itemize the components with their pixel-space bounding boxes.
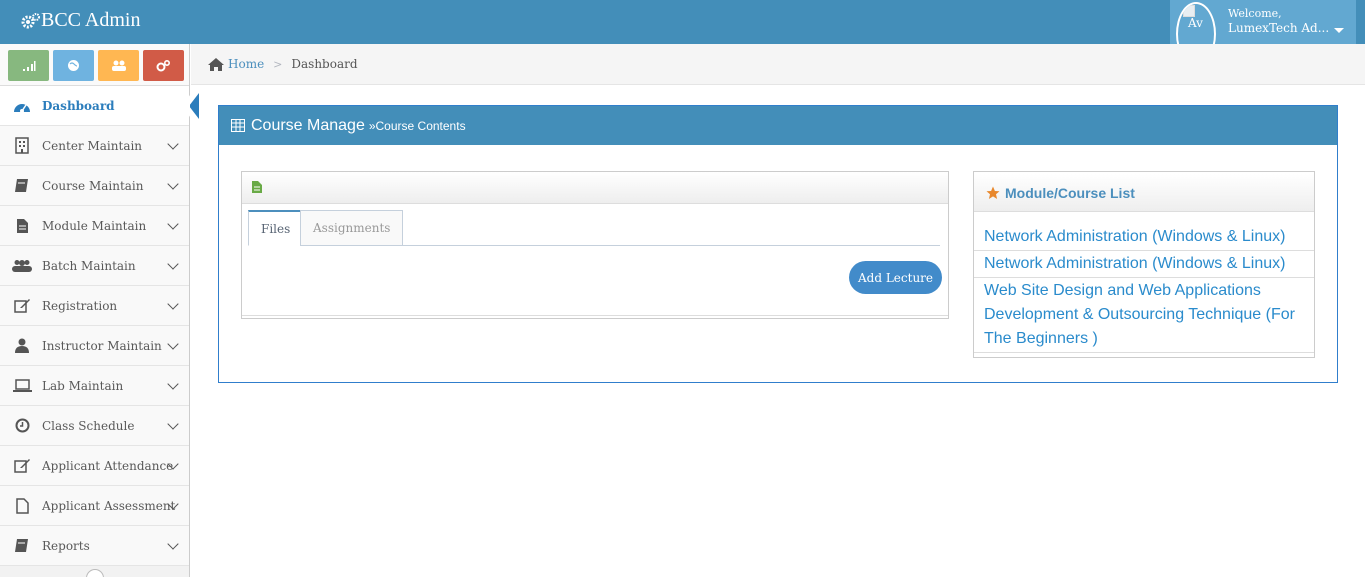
files-tabs: Files Assignments <box>248 210 940 246</box>
sidebar-item-label: Instructor Maintain <box>42 338 162 353</box>
module-list-header: Module/Course List <box>974 174 1314 212</box>
sidebar-item-reports[interactable]: Reports <box>0 526 189 566</box>
sidebar-item-applicant-assessment[interactable]: Applicant Assessment <box>0 486 189 526</box>
user-menu[interactable]: Av Welcome, LumexTech Ad... <box>1170 0 1356 66</box>
breadcrumb-home-label: Home <box>228 57 265 71</box>
sidebar-item-label: Lab Maintain <box>42 378 124 393</box>
widget-header: Course Manage »Course Contents <box>219 106 1337 145</box>
stats-shortcut-button[interactable] <box>8 50 49 81</box>
sidebar-item-label: Reports <box>42 538 90 553</box>
sidebar: Dashboard Center Maintain Course Maintai… <box>0 44 199 577</box>
chevron-down-icon <box>167 538 179 550</box>
sidebar-item-instructor-maintain[interactable]: Instructor Maintain <box>0 326 189 366</box>
file-icon <box>12 497 32 515</box>
sidebar-item-label: Class Schedule <box>42 418 135 433</box>
laptop-icon <box>12 377 32 395</box>
dashboard-icon <box>12 97 32 115</box>
sidebar-item-applicant-attendance[interactable]: Applicant Attendance <box>0 446 189 486</box>
sidebar-item-center-maintain[interactable]: Center Maintain <box>0 126 189 166</box>
breadcrumb-separator: > <box>273 57 283 71</box>
brand[interactable]: BCC Admin <box>20 9 140 32</box>
building-icon <box>12 137 32 155</box>
sidebar-shortcuts <box>0 44 189 86</box>
signal-icon <box>22 60 35 71</box>
sidebar-item-label: Center Maintain <box>42 138 143 153</box>
sidebar-item-module-maintain[interactable]: Module Maintain <box>0 206 189 246</box>
globe-icon <box>68 60 79 71</box>
list-item[interactable]: Web Site Design and Web Applications Dev… <box>974 278 1314 353</box>
sidebar-item-label: Applicant Assessment <box>42 498 176 513</box>
avatar-alt-text: Av <box>1188 16 1203 30</box>
globe-shortcut-button[interactable] <box>53 50 94 81</box>
breadcrumb-current: Dashboard <box>291 57 358 71</box>
sidebar-item-label: Registration <box>42 298 118 313</box>
files-panel-header <box>242 172 948 204</box>
file-icon <box>252 181 262 193</box>
chevron-down-icon <box>167 138 179 150</box>
chevron-down-icon <box>167 258 179 270</box>
table-icon <box>231 119 245 132</box>
module-list-title: Module/Course List <box>1005 184 1135 201</box>
widget-title: Course Manage <box>251 116 365 134</box>
cogs-icon <box>21 12 40 28</box>
sidebar-item-lab-maintain[interactable]: Lab Maintain <box>0 366 189 406</box>
sidebar-item-course-maintain[interactable]: Course Maintain <box>0 166 189 206</box>
sidebar-item-label: Course Maintain <box>42 178 144 193</box>
add-lecture-button[interactable]: Add Lecture <box>849 261 942 294</box>
broken-image-icon <box>1183 5 1195 17</box>
chevron-down-icon <box>167 178 179 190</box>
book-icon <box>12 177 32 195</box>
caret-down-icon <box>1334 28 1344 33</box>
sidebar-item-label: Dashboard <box>42 98 115 113</box>
group-icon <box>12 257 32 275</box>
edit-icon <box>12 297 32 315</box>
cogs-icon <box>156 59 171 72</box>
sidebar-item-label: Batch Maintain <box>42 258 136 273</box>
chevron-down-icon <box>167 298 179 310</box>
welcome-label: Welcome, <box>1228 7 1282 20</box>
breadcrumb: Home > Dashboard <box>191 44 1365 85</box>
tab-label: Files <box>261 222 291 236</box>
users-icon <box>111 60 126 71</box>
sidebar-item-batch-maintain[interactable]: Batch Maintain <box>0 246 189 286</box>
chevron-down-icon <box>167 418 179 430</box>
list-item[interactable]: Network Administration (Windows & Linux) <box>974 251 1314 278</box>
file-text-icon <box>12 217 32 235</box>
user-name: LumexTech Ad... <box>1228 21 1330 35</box>
user-icon <box>12 337 32 355</box>
sidebar-item-dashboard[interactable]: Dashboard <box>0 86 199 126</box>
tab-files[interactable]: Files <box>248 210 304 246</box>
tab-assignments[interactable]: Assignments <box>300 210 404 246</box>
breadcrumb-home-link[interactable]: Home <box>207 57 264 71</box>
tab-label: Assignments <box>313 221 391 235</box>
chevron-down-icon <box>167 338 179 350</box>
list-item[interactable]: Network Administration (Windows & Linux) <box>974 224 1314 251</box>
sidebar-collapse-button[interactable] <box>86 569 104 577</box>
welcome-text: Welcome, LumexTech Ad... <box>1228 6 1329 36</box>
sidebar-item-class-schedule[interactable]: Class Schedule <box>0 406 189 446</box>
star-icon <box>986 186 1000 199</box>
divider <box>242 315 948 316</box>
module-course-list-panel: Module/Course List Network Administratio… <box>973 171 1315 358</box>
widget-subtitle: »Course Contents <box>368 118 466 133</box>
files-panel: Files Assignments Add Lecture <box>241 171 949 319</box>
chevron-down-icon <box>167 218 179 230</box>
home-icon <box>208 58 224 71</box>
edit-icon <box>12 457 32 475</box>
sidebar-item-label: Module Maintain <box>42 218 147 233</box>
brand-title: BCC Admin <box>41 9 141 31</box>
settings-shortcut-button[interactable] <box>143 50 184 81</box>
users-shortcut-button[interactable] <box>98 50 139 81</box>
chevron-down-icon <box>167 378 179 390</box>
clock-icon <box>12 417 32 435</box>
book-icon <box>12 537 32 555</box>
top-navbar: BCC Admin Av Welcome, LumexTech Ad... <box>0 0 1365 66</box>
sidebar-item-label: Applicant Attendance <box>42 458 174 473</box>
course-manage-widget: Course Manage »Course Contents Files Ass… <box>218 105 1338 383</box>
module-list: Network Administration (Windows & Linux)… <box>974 224 1314 353</box>
sidebar-item-registration[interactable]: Registration <box>0 286 189 326</box>
